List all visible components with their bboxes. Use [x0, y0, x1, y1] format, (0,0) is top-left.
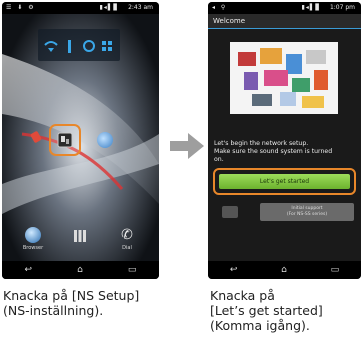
recent-apps-icon[interactable]: ▭ — [331, 265, 340, 275]
back-icon[interactable]: ↩ — [230, 265, 238, 275]
app-icon-globe[interactable] — [97, 132, 113, 148]
network-illustration — [230, 42, 338, 114]
left-status-icons: ☰ ⬇ ⚙ — [6, 4, 36, 11]
app-drawer-icon[interactable] — [74, 230, 86, 242]
browser-icon — [25, 227, 41, 243]
back-icon[interactable]: ↩ — [25, 265, 33, 275]
right-status-icons: ◂ ⚲ — [212, 4, 228, 11]
right-caption: Knacka på [Let’s get started] (Komma igå… — [210, 288, 323, 333]
right-status-time: 1:07 pm — [329, 4, 355, 11]
ns-setup-app-icon[interactable] — [49, 124, 81, 156]
left-phone-screen: ☰ ⬇ ⚙ ▮◂▌▊ 2:43 am Browser ✆ Dial ↩ ⌂ ▭ — [2, 2, 159, 279]
dial-shortcut[interactable]: ✆ Dial — [112, 227, 142, 251]
quick-settings-widget[interactable] — [38, 29, 120, 61]
browser-shortcut[interactable]: Browser — [18, 227, 48, 251]
setup-instructions: Let's begin the network setup. Make sure… — [214, 140, 333, 163]
left-status-bar: ☰ ⬇ ⚙ ▮◂▌▊ 2:43 am — [2, 2, 159, 14]
wifi-icon[interactable] — [44, 41, 58, 52]
welcome-header: Welcome — [208, 14, 361, 29]
next-step-arrow — [170, 133, 204, 159]
left-caption: Knacka på [NS Setup] (NS-inställning). — [3, 288, 140, 318]
phone-icon: ✆ — [121, 227, 133, 243]
ns-setup-icon — [57, 132, 73, 148]
recent-apps-icon[interactable]: ▭ — [128, 265, 137, 275]
lets-get-started-highlight: Let's get started — [213, 168, 356, 195]
dial-label: Dial — [122, 245, 132, 251]
home-icon[interactable]: ⌂ — [77, 265, 83, 275]
home-dock: Browser ✆ Dial — [2, 227, 159, 261]
lets-get-started-button[interactable]: Let's get started — [219, 174, 350, 189]
initial-support-button[interactable]: Initial support (For NS-SS series) — [260, 203, 354, 221]
right-phone-screen: ◂ ⚲ ▮◂▌▊ 1:07 pm Welcome Let's begin the… — [208, 2, 361, 279]
help-icon[interactable] — [222, 206, 238, 218]
initial-support-label: Initial support (For NS-SS series) — [286, 206, 328, 217]
right-status-bar: ◂ ⚲ ▮◂▌▊ 1:07 pm — [208, 2, 361, 14]
left-nav-bar: ↩ ⌂ ▭ — [2, 261, 159, 279]
lets-get-started-label: Let's get started — [259, 178, 310, 185]
bluetooth-icon[interactable] — [68, 40, 71, 53]
left-status-time: 2:43 am — [128, 4, 153, 11]
sync-icon[interactable] — [83, 40, 95, 52]
settings-grid-icon[interactable] — [102, 41, 112, 51]
right-nav-bar: ↩ ⌂ ▭ — [208, 261, 361, 279]
right-signal-icon: ▮◂▌▊ — [301, 4, 321, 11]
browser-label: Browser — [22, 245, 44, 251]
welcome-title: Welcome — [213, 17, 246, 25]
home-icon[interactable]: ⌂ — [281, 265, 287, 275]
left-signal-icon: ▮◂▌▊ — [99, 4, 119, 11]
